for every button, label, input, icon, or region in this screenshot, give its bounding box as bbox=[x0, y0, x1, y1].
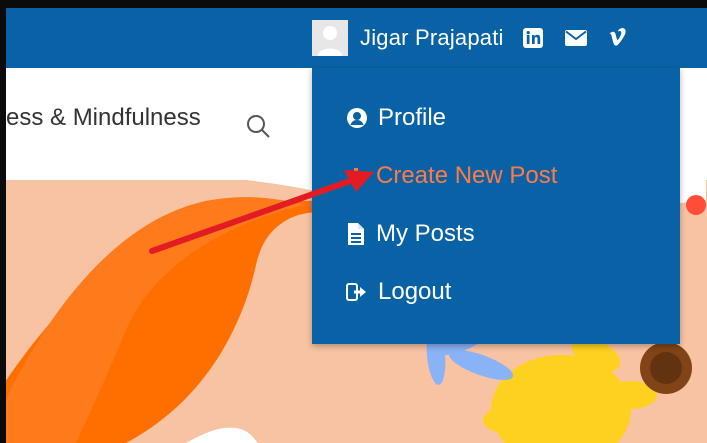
annotation-arrow bbox=[149, 170, 374, 254]
screenshot-frame: Jigar Prajapati ess & Mindfulness Profil… bbox=[0, 0, 707, 443]
